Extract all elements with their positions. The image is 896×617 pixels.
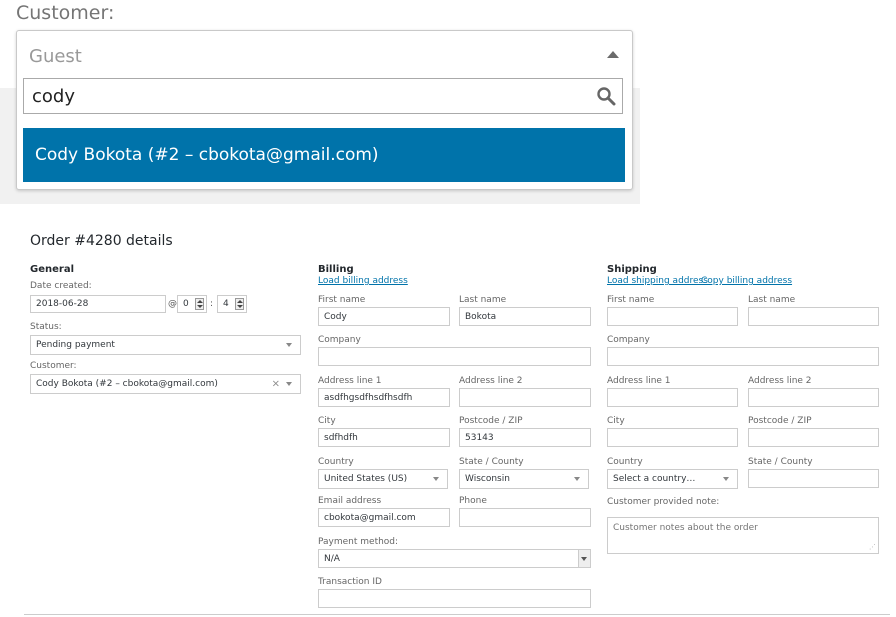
customer-field-label: Customer: bbox=[30, 361, 77, 371]
billing-state-label: State / County bbox=[459, 457, 524, 467]
transaction-id-label: Transaction ID bbox=[318, 577, 382, 587]
shipping-address1-field[interactable] bbox=[607, 388, 738, 407]
copy-billing-address-link[interactable]: Copy billing address bbox=[701, 276, 792, 286]
status-label: Status: bbox=[30, 322, 62, 332]
billing-postcode-label: Postcode / ZIP bbox=[459, 416, 523, 426]
billing-email-field[interactable]: cbokota@gmail.com bbox=[318, 508, 450, 527]
shipping-country-select[interactable]: Select a country… bbox=[607, 469, 738, 489]
shipping-country-value: Select a country… bbox=[613, 474, 696, 484]
resize-handle-icon[interactable]: ⋰ bbox=[869, 544, 876, 551]
clear-icon[interactable]: × bbox=[272, 379, 280, 390]
shipping-city-field[interactable] bbox=[607, 428, 738, 447]
shipping-company-field[interactable] bbox=[607, 347, 879, 366]
billing-country-label: Country bbox=[318, 457, 354, 467]
billing-last-name-field[interactable]: Bokota bbox=[459, 307, 591, 326]
customer-note-placeholder: Customer notes about the order bbox=[613, 523, 758, 533]
customer-note-textarea[interactable]: Customer notes about the order ⋰ bbox=[607, 517, 879, 554]
shipping-country-label: Country bbox=[607, 457, 643, 467]
chevron-down-icon bbox=[574, 477, 580, 481]
billing-address1-field[interactable]: asdfhgsdfhsdfhsdfh bbox=[318, 388, 450, 407]
billing-first-name-label: First name bbox=[318, 295, 366, 305]
shipping-address2-label: Address line 2 bbox=[748, 376, 812, 386]
shipping-postcode-field[interactable] bbox=[748, 428, 879, 447]
shipping-first-name-label: First name bbox=[607, 295, 655, 305]
payment-method-label: Payment method: bbox=[318, 537, 399, 547]
billing-phone-field[interactable] bbox=[459, 508, 591, 527]
billing-company-label: Company bbox=[318, 335, 361, 345]
shipping-address2-field[interactable] bbox=[748, 388, 879, 407]
payment-method-select[interactable]: N/A bbox=[318, 549, 591, 568]
billing-company-field[interactable] bbox=[318, 347, 591, 366]
billing-first-name-value: Cody bbox=[324, 311, 347, 322]
billing-postcode-field[interactable]: 53143 bbox=[459, 428, 591, 447]
hour-stepper[interactable]: 0 bbox=[177, 295, 207, 313]
chevron-down-icon[interactable] bbox=[578, 550, 590, 567]
time-colon: : bbox=[210, 299, 214, 309]
status-select[interactable]: Pending payment bbox=[30, 335, 301, 355]
caret-up-icon[interactable] bbox=[607, 51, 619, 58]
minute-spinner-icon[interactable] bbox=[235, 298, 244, 310]
shipping-state-label: State / County bbox=[748, 457, 813, 467]
minute-stepper[interactable]: 4 bbox=[217, 295, 247, 313]
billing-state-value: Wisconsin bbox=[465, 474, 510, 484]
customer-label: Customer: bbox=[16, 2, 115, 24]
date-created-value: 2018-06-28 bbox=[36, 299, 89, 309]
billing-state-select[interactable]: Wisconsin bbox=[459, 469, 589, 489]
minute-value: 4 bbox=[223, 299, 229, 309]
customer-selected-value[interactable]: Guest bbox=[29, 46, 82, 67]
shipping-last-name-label: Last name bbox=[748, 295, 796, 305]
search-icon bbox=[597, 87, 616, 106]
billing-city-value: sdfhdfh bbox=[324, 432, 358, 443]
billing-address2-label: Address line 2 bbox=[459, 376, 523, 386]
status-value: Pending payment bbox=[36, 340, 115, 350]
chevron-down-icon bbox=[433, 477, 439, 481]
load-billing-address-link[interactable]: Load billing address bbox=[318, 276, 408, 286]
billing-address1-label: Address line 1 bbox=[318, 376, 382, 386]
customer-note-label: Customer provided note: bbox=[607, 497, 720, 507]
billing-last-name-value: Bokota bbox=[465, 311, 497, 322]
hour-value: 0 bbox=[183, 299, 189, 309]
general-heading: General bbox=[30, 264, 74, 275]
payment-method-value: N/A bbox=[324, 553, 340, 564]
billing-phone-label: Phone bbox=[459, 496, 487, 506]
billing-last-name-label: Last name bbox=[459, 295, 507, 305]
transaction-id-field[interactable] bbox=[318, 589, 591, 608]
chevron-down-icon bbox=[723, 477, 729, 481]
billing-city-field[interactable]: sdfhdfh bbox=[318, 428, 450, 447]
chevron-down-icon bbox=[286, 382, 292, 386]
billing-postcode-value: 53143 bbox=[465, 432, 494, 443]
shipping-address1-label: Address line 1 bbox=[607, 376, 671, 386]
shipping-city-label: City bbox=[607, 416, 625, 426]
billing-heading: Billing bbox=[318, 264, 354, 275]
shipping-postcode-label: Postcode / ZIP bbox=[748, 416, 812, 426]
billing-email-value: cbokota@gmail.com bbox=[324, 512, 416, 523]
billing-country-value: United States (US) bbox=[324, 474, 408, 484]
customer-result-label: Cody Bokota (#2 – cbokota@gmail.com) bbox=[35, 145, 379, 165]
bottom-divider bbox=[24, 614, 890, 615]
shipping-heading: Shipping bbox=[607, 264, 657, 275]
customer-search-value: cody bbox=[32, 86, 75, 107]
shipping-first-name-field[interactable] bbox=[607, 307, 738, 326]
customer-select-value: Cody Bokota (#2 – cbokota@gmail.com) bbox=[36, 379, 218, 389]
billing-city-label: City bbox=[318, 416, 336, 426]
customer-search-input[interactable] bbox=[23, 78, 623, 114]
chevron-down-icon bbox=[286, 343, 292, 347]
load-shipping-address-link[interactable]: Load shipping address bbox=[607, 276, 708, 286]
at-separator: @ bbox=[168, 299, 177, 309]
billing-country-select[interactable]: United States (US) bbox=[318, 469, 448, 489]
billing-first-name-field[interactable]: Cody bbox=[318, 307, 450, 326]
customer-select[interactable]: Cody Bokota (#2 – cbokota@gmail.com) × bbox=[30, 374, 301, 394]
hour-spinner-icon[interactable] bbox=[195, 298, 204, 310]
shipping-company-label: Company bbox=[607, 335, 650, 345]
date-created-label: Date created: bbox=[30, 281, 92, 291]
date-created-field[interactable]: 2018-06-28 bbox=[30, 295, 166, 313]
billing-email-label: Email address bbox=[318, 496, 382, 506]
billing-address2-field[interactable] bbox=[459, 388, 591, 407]
order-title: Order #4280 details bbox=[30, 233, 173, 249]
shipping-last-name-field[interactable] bbox=[748, 307, 879, 326]
billing-address1-value: asdfhgsdfhsdfhsdfh bbox=[324, 392, 413, 403]
shipping-state-field[interactable] bbox=[748, 469, 879, 488]
